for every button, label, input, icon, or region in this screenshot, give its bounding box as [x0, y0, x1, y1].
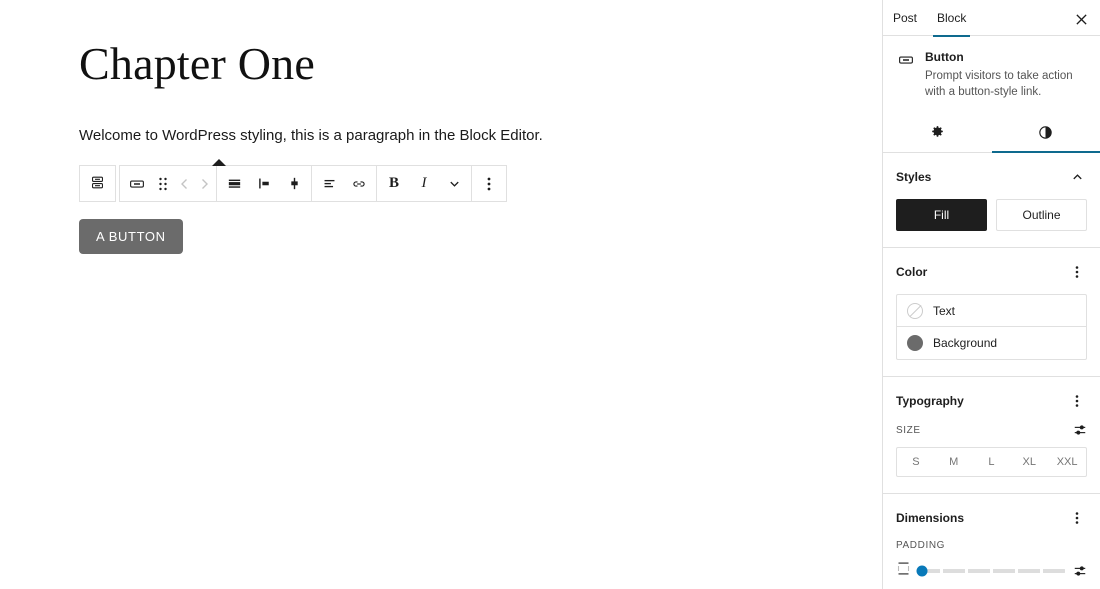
gear-icon [929, 124, 946, 144]
toolbar-group-width [217, 166, 312, 201]
typography-panel: Typography SIZE S M L XL XXL [883, 377, 1100, 495]
padding-vertical-slider[interactable] [916, 565, 1066, 577]
canvas-button[interactable]: A BUTTON [79, 219, 183, 255]
dimensions-panel: Dimensions PADDING [883, 494, 1100, 589]
dimensions-panel-title: Dimensions [896, 511, 965, 526]
color-options-icon[interactable] [1067, 262, 1087, 282]
color-panel-header: Color [896, 262, 1087, 282]
toolbar-group-block [120, 166, 217, 201]
padding-vertical-thumb[interactable] [916, 565, 928, 577]
padding-label-row: PADDING [896, 540, 1087, 551]
toolbar-caret [212, 159, 226, 166]
button-block: A BUTTON [79, 219, 882, 255]
text-color-label: Text [933, 303, 956, 318]
toolbar-group-format: B I [377, 166, 472, 201]
move-right-icon[interactable] [194, 166, 214, 201]
styles-tab[interactable] [991, 116, 1100, 154]
font-size-s[interactable]: S [897, 448, 935, 476]
padding-vertical-icon [896, 561, 911, 581]
font-size-xl[interactable]: XL [1010, 448, 1048, 476]
close-sidebar-button[interactable] [1070, 8, 1092, 30]
link-icon[interactable] [344, 166, 374, 201]
tab-post[interactable]: Post [883, 0, 927, 36]
font-size-l[interactable]: L [973, 448, 1011, 476]
select-parent-block-button[interactable] [79, 165, 116, 202]
styles-collapse-icon[interactable] [1067, 167, 1087, 187]
settings-tab[interactable] [883, 116, 992, 152]
font-size-xxl[interactable]: XXL [1048, 448, 1086, 476]
block-editor: Chapter One Welcome to WordPress styling… [0, 0, 1100, 589]
more-formatting-icon[interactable] [439, 166, 469, 201]
sidebar-tablist: Post Block [883, 0, 1100, 37]
color-panel: Color Text Background [883, 248, 1100, 378]
block-card: Button Prompt visitors to take action wi… [883, 36, 1100, 110]
typography-panel-title: Typography [896, 394, 964, 409]
dimensions-panel-header: Dimensions [896, 508, 1087, 528]
typography-panel-header: Typography [896, 391, 1087, 411]
styles-panel-title: Styles [896, 170, 932, 185]
italic-icon[interactable]: I [409, 166, 439, 201]
align-center-icon[interactable] [279, 166, 309, 201]
styles-panel: Styles Fill Outline [883, 153, 1100, 249]
block-toolbar: B I [119, 159, 507, 202]
color-row-text[interactable]: Text [897, 295, 1086, 328]
width-full-icon[interactable] [219, 166, 249, 201]
align-left-icon[interactable] [249, 166, 279, 201]
background-color-label: Background [933, 336, 998, 351]
style-option-outline[interactable]: Outline [996, 199, 1087, 232]
text-color-swatch [907, 302, 923, 319]
settings-sidebar: Post Block Button Prompt visitors to tak… [882, 0, 1100, 589]
style-option-fill[interactable]: Fill [896, 199, 987, 232]
block-card-title: Button [925, 50, 964, 64]
color-row-list: Text Background [896, 294, 1087, 361]
style-variation-list: Fill Outline [896, 199, 1087, 232]
contrast-icon [1037, 124, 1054, 144]
buttons-block-icon [89, 174, 106, 194]
block-type-button-icon[interactable] [122, 166, 152, 201]
padding-label: PADDING [896, 540, 946, 552]
toolbar-group-text [312, 166, 377, 201]
drag-handle-icon[interactable] [152, 166, 174, 201]
post-title[interactable]: Chapter One [79, 38, 882, 91]
font-size-m[interactable]: M [935, 448, 973, 476]
editor-canvas: Chapter One Welcome to WordPress styling… [0, 0, 882, 589]
color-panel-title: Color [896, 265, 928, 280]
options-icon[interactable] [474, 166, 504, 201]
font-size-label-row: SIZE [896, 423, 1087, 437]
dimensions-options-icon[interactable] [1067, 508, 1087, 528]
font-size-segmented-control: S M L XL XXL [896, 447, 1087, 478]
text-align-icon[interactable] [314, 166, 344, 201]
font-size-label: SIZE [896, 424, 921, 436]
padding-vertical-row [896, 561, 1087, 581]
block-card-description: Prompt visitors to take action with a bu… [925, 70, 1073, 98]
move-left-icon[interactable] [174, 166, 194, 201]
padding-vertical-custom-icon[interactable] [1073, 564, 1087, 578]
button-block-icon [897, 50, 915, 100]
font-size-custom-icon[interactable] [1073, 423, 1087, 437]
inspector-tablist [883, 116, 1100, 154]
paragraph-block[interactable]: Welcome to WordPress styling, this is a … [79, 125, 882, 148]
typography-options-icon[interactable] [1067, 391, 1087, 411]
block-toolbar-row: B I [79, 159, 507, 202]
toolbar-group-options [472, 166, 506, 201]
background-color-swatch [907, 335, 923, 352]
styles-panel-header: Styles [896, 167, 1087, 187]
color-row-background[interactable]: Background [897, 327, 1086, 359]
bold-icon[interactable]: B [379, 166, 409, 201]
tab-block[interactable]: Block [927, 0, 976, 37]
